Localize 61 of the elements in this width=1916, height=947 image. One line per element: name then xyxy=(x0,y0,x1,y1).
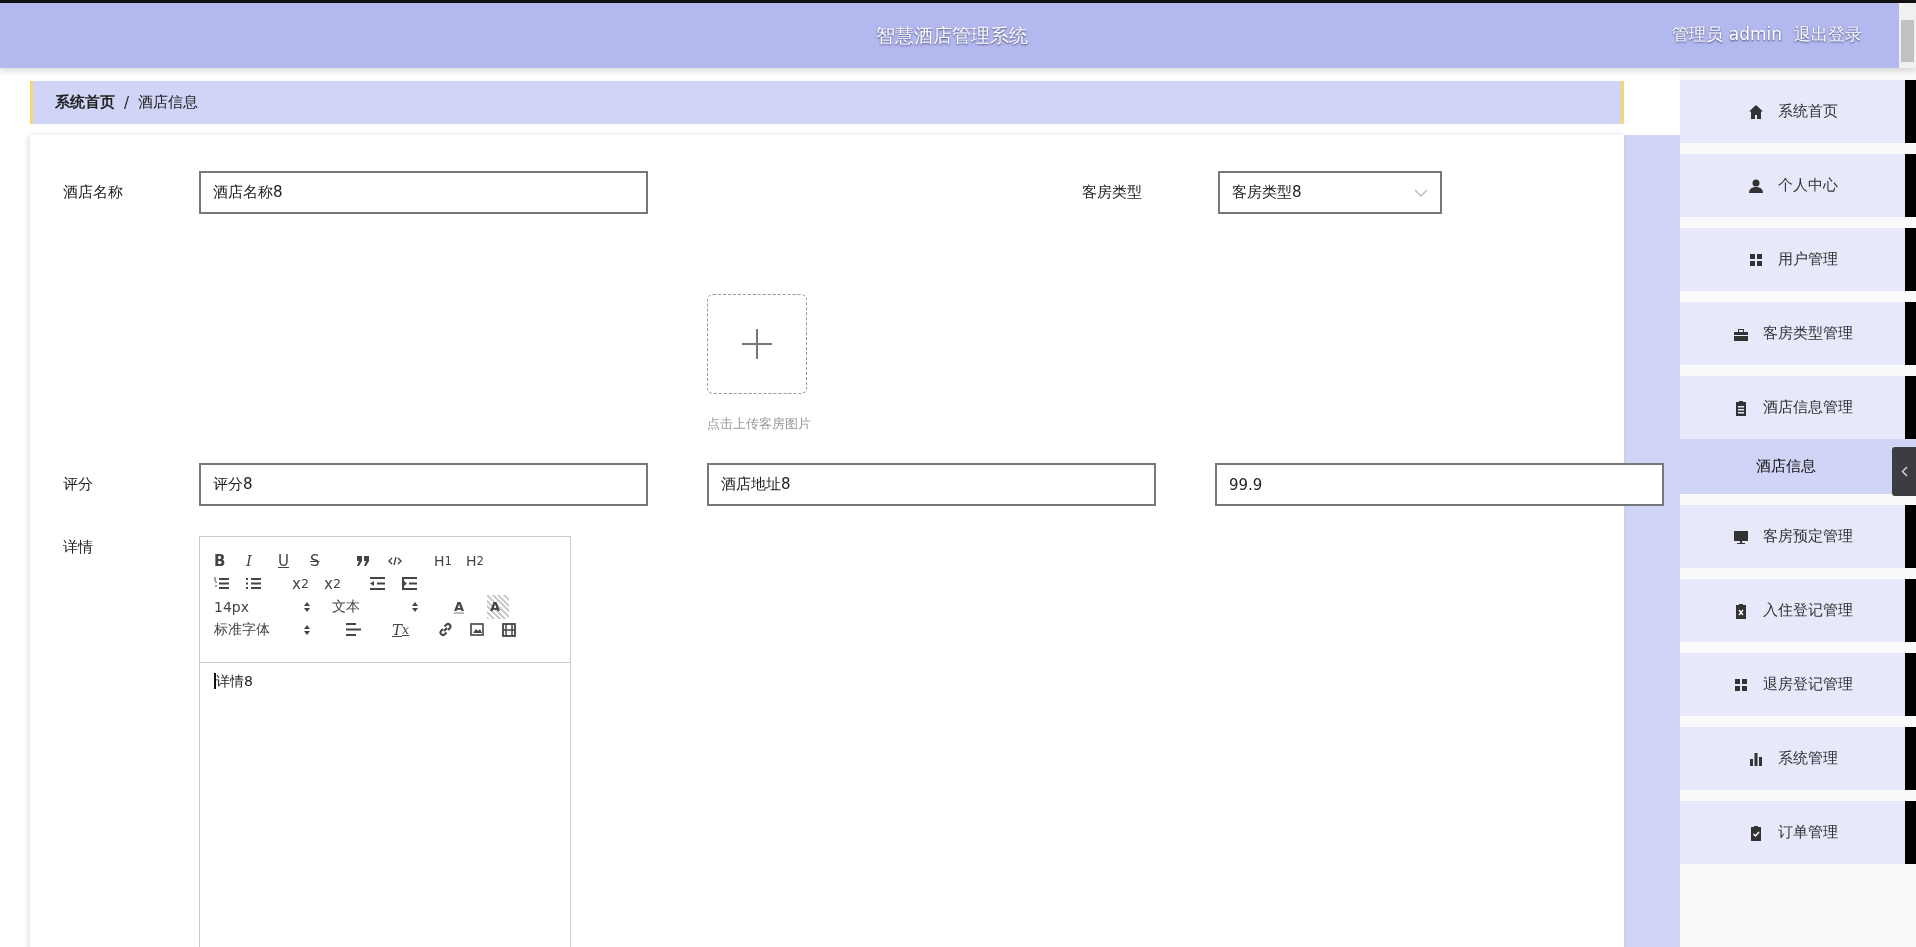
color-button[interactable]: A xyxy=(450,594,482,619)
up-down-arrows-icon xyxy=(304,601,310,612)
menu-item[interactable]: 入住登记管理 xyxy=(1680,579,1916,642)
select-field[interactable]: 客房类型8 xyxy=(1218,171,1442,214)
dropdown-picker[interactable]: 标准字体 xyxy=(210,617,320,642)
bar-chart-icon xyxy=(1747,750,1764,767)
field-label: 客房类型 xyxy=(1082,183,1143,202)
menu-item[interactable]: 个人中心 xyxy=(1680,154,1916,217)
numbered-list-icon[interactable] xyxy=(214,577,229,590)
menu-item[interactable]: 订单管理 xyxy=(1680,801,1916,864)
indent-icon[interactable] xyxy=(402,577,417,590)
submenu-item[interactable]: 酒店信息 xyxy=(1680,439,1916,494)
chevron-left-icon xyxy=(1900,466,1908,477)
input-field[interactable]: 评分8 xyxy=(199,463,648,506)
menu-item[interactable]: 系统管理 xyxy=(1680,727,1916,790)
bullet-list-icon[interactable] xyxy=(246,577,261,590)
link-icon[interactable] xyxy=(438,622,453,637)
monitor-icon xyxy=(1732,528,1749,545)
menu-item[interactable]: 客房类型管理 xyxy=(1680,302,1916,365)
user-icon xyxy=(1747,177,1764,194)
breadcrumb-separator: / xyxy=(124,93,130,112)
input-field[interactable]: 酒店名称8 xyxy=(199,171,648,214)
menu-item[interactable]: 用户管理 xyxy=(1680,228,1916,291)
dropdown-picker[interactable]: 14px xyxy=(210,594,320,619)
breadcrumb-item: 酒店信息 xyxy=(138,93,199,112)
code-icon[interactable] xyxy=(388,555,402,566)
chevron-down-icon xyxy=(1414,188,1428,197)
dropdown-picker[interactable]: 文本 xyxy=(328,594,428,619)
field-label: 评分 xyxy=(63,475,94,494)
field-label: 酒店名称 xyxy=(63,183,124,202)
up-down-arrows-icon xyxy=(412,601,418,612)
breadcrumb-item[interactable]: 系统首页 xyxy=(55,93,115,112)
menu-item[interactable]: 酒店信息管理 xyxy=(1680,376,1916,439)
bold-button[interactable]: B xyxy=(210,548,242,573)
menu-item[interactable]: 退房登记管理 xyxy=(1680,653,1916,716)
menu-item[interactable]: 客房预定管理 xyxy=(1680,505,1916,568)
app-title: 智慧酒店管理系统 xyxy=(876,23,1028,48)
upload-caption: 点击上传客房图片 xyxy=(707,415,812,433)
film-icon[interactable] xyxy=(502,622,516,637)
scrollbar[interactable] xyxy=(1899,3,1916,68)
upload-button[interactable] xyxy=(707,294,807,394)
input-field[interactable]: 99.9 xyxy=(1215,463,1664,506)
field-label: 详情 xyxy=(63,538,94,557)
image-icon[interactable] xyxy=(470,623,484,636)
grid-icon xyxy=(1747,251,1764,268)
user-label: 管理员 admin xyxy=(1672,23,1782,46)
home-icon xyxy=(1747,103,1764,120)
grid-icon xyxy=(1732,676,1749,693)
outdent-icon[interactable] xyxy=(370,577,385,590)
editor-content[interactable]: 详情8 xyxy=(214,673,253,689)
strike-button[interactable]: S xyxy=(306,548,338,573)
background-button[interactable]: A xyxy=(487,594,509,619)
italic-button[interactable]: I xyxy=(242,548,274,573)
input-field[interactable]: 酒店地址8 xyxy=(707,463,1156,506)
quote-icon[interactable] xyxy=(356,555,370,566)
plus-icon xyxy=(742,329,772,359)
align-icon[interactable] xyxy=(346,623,361,636)
collapse-button[interactable] xyxy=(1892,447,1916,496)
menu-item[interactable]: 系统首页 xyxy=(1680,80,1916,143)
up-down-arrows-icon xyxy=(304,624,310,635)
underline-button[interactable]: U xyxy=(274,548,306,573)
